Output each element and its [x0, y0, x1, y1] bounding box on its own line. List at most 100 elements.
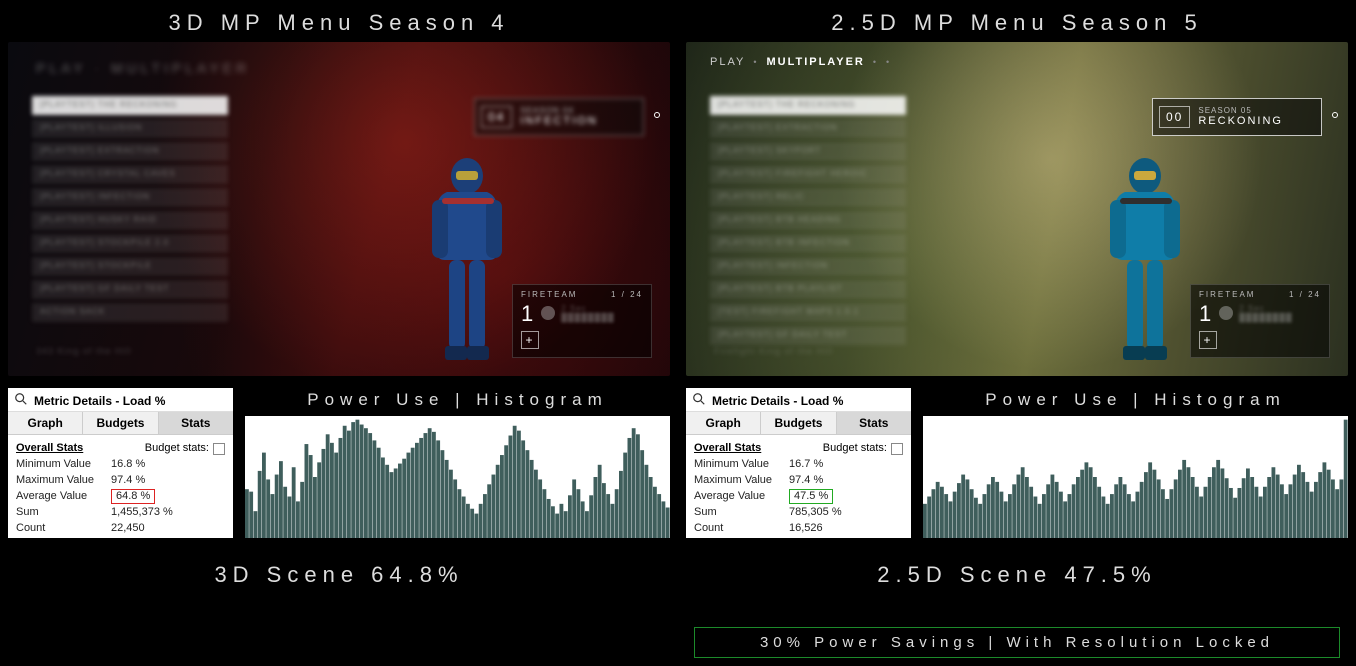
- stat-min-k: Minimum Value: [16, 457, 111, 473]
- playlist-item[interactable]: [PLAYTEST] RELIC: [710, 188, 906, 207]
- playlist-item[interactable]: [PLAYTEST] EXTRACTION: [710, 119, 906, 138]
- avatar-icon: [1219, 306, 1233, 320]
- overall-stats-header: Overall Stats: [16, 441, 83, 457]
- playlist-item[interactable]: [PLAYTEST] HUSKY RAID: [32, 211, 228, 230]
- stat-cnt-v: 16,526: [789, 521, 823, 537]
- stat-max-v: 97.4 %: [111, 473, 145, 489]
- stat-min-v: 16.8 %: [111, 457, 145, 473]
- dot-icon: •: [886, 57, 891, 67]
- metric-title: Metric Details - Load %: [712, 394, 843, 408]
- player-name-blurred: 2 Sec ████████: [561, 304, 643, 322]
- tab-graph[interactable]: Graph: [686, 412, 761, 434]
- fireteam-panel-s4: FIRETEAM 1 / 24 1 2 Sec ████████ +: [512, 284, 652, 358]
- budget-stats-label: Budget stats:: [145, 441, 209, 457]
- col-title-left: 3D MP Menu Season 4: [8, 0, 670, 42]
- stat-avg-k: Average Value: [694, 489, 789, 505]
- playlist-item[interactable]: [PLAYTEST] THE RECKONING: [710, 96, 906, 115]
- column-season4: 3D MP Menu Season 4 PLAY · MULTIPLAYER […: [0, 0, 678, 666]
- metric-panel-s5: Metric Details - Load % Graph Budgets St…: [686, 388, 911, 538]
- playlist-item[interactable]: [PLAYTEST] THE RECKONING: [32, 96, 228, 115]
- tab-stats[interactable]: Stats: [837, 412, 911, 434]
- metric-title: Metric Details - Load %: [34, 394, 165, 408]
- stat-max-k: Maximum Value: [694, 473, 789, 489]
- season-badge-s4[interactable]: 04 SEASON 04INFECTION: [474, 98, 644, 136]
- playlist-item[interactable]: [PLAYTEST] STOCKPILE 2.0: [32, 234, 228, 253]
- playlist-item[interactable]: [PLAYTEST] INFECTION: [710, 257, 906, 276]
- add-player-button[interactable]: +: [1199, 331, 1217, 349]
- stat-sum-k: Sum: [694, 505, 789, 521]
- stat-avg-v: 47.5 %: [789, 489, 833, 504]
- season-badge-s5[interactable]: 00 SEASON 05 RECKONING: [1152, 98, 1322, 136]
- scene-summary-right: 2.5D Scene 47.5%: [686, 562, 1348, 588]
- playlist-item[interactable]: [PLAYTEST] BTB PLAYLIST: [710, 280, 906, 299]
- tab-stats[interactable]: Stats: [159, 412, 233, 434]
- add-player-button[interactable]: +: [521, 331, 539, 349]
- playlist-item[interactable]: [PLAYTEST] EXTRACTION: [32, 142, 228, 161]
- stats-row-right: Metric Details - Load % Graph Budgets St…: [686, 388, 1348, 538]
- stats-row-left: Metric Details - Load % Graph Budgets St…: [8, 388, 670, 538]
- breadcrumb-root: PLAY: [710, 56, 745, 68]
- playlist-item[interactable]: [PLAYTEST] GF DAILY TEST: [710, 326, 906, 345]
- tab-budgets[interactable]: Budgets: [83, 412, 158, 434]
- tab-budgets[interactable]: Budgets: [761, 412, 836, 434]
- search-icon[interactable]: [692, 392, 706, 409]
- histogram-chart-s5: [923, 416, 1348, 538]
- fireteam-label: FIRETEAM: [521, 290, 577, 299]
- fireteam-label: FIRETEAM: [1199, 290, 1255, 299]
- playlist-item[interactable]: [TEST] FIREFIGHT MAPS 1.0.1: [710, 303, 906, 322]
- stat-cnt-k: Count: [16, 521, 111, 537]
- histogram-title-left: Power Use | Histogram: [245, 388, 670, 416]
- playlist-panel-s5: [PLAYTEST] THE RECKONING [PLAYTEST] EXTRA…: [710, 96, 906, 345]
- menu-screenshot-s5: PLAY • MULTIPLAYER • • [PLAYTEST] THE RE…: [686, 42, 1348, 376]
- stat-min-v: 16.7 %: [789, 457, 823, 473]
- season-name: RECKONING: [1198, 115, 1283, 128]
- spartan-model-s4: [412, 148, 522, 376]
- stat-sum-v: 1,455,373 %: [111, 505, 173, 521]
- breadcrumb-current: MULTIPLAYER: [766, 56, 864, 68]
- metric-panel-s4: Metric Details - Load % Graph Budgets St…: [8, 388, 233, 538]
- histogram-title-right: Power Use | Histogram: [923, 388, 1348, 416]
- playlist-item[interactable]: [PLAYTEST] ILLUSION: [32, 119, 228, 138]
- budget-checkbox[interactable]: [891, 443, 903, 455]
- fireteam-cap: 1 / 24: [611, 290, 643, 299]
- status-dot-icon: [1332, 112, 1338, 118]
- power-savings-callout: 30% Power Savings | With Resolution Lock…: [694, 627, 1340, 658]
- stat-cnt-v: 22,450: [111, 521, 145, 537]
- player-name-blurred: 2 Sec ████████: [1239, 304, 1321, 322]
- season-text: SEASON 05 RECKONING: [1198, 106, 1283, 129]
- playlist-item[interactable]: ACTION SACK: [32, 303, 228, 322]
- playlist-panel-s4: [PLAYTEST] THE RECKONING [PLAYTEST] ILLUS…: [32, 96, 228, 322]
- playlist-item[interactable]: [PLAYTEST] INFECTION: [32, 188, 228, 207]
- playlist-item[interactable]: [PLAYTEST] SKYPORT: [710, 142, 906, 161]
- avatar-icon: [541, 306, 555, 320]
- column-season5: 2.5D MP Menu Season 5 PLAY • MULTIPLAYER…: [678, 0, 1356, 666]
- breadcrumb[interactable]: PLAY • MULTIPLAYER • •: [710, 56, 891, 68]
- stat-sum-v: 785,305 %: [789, 505, 842, 521]
- tab-graph[interactable]: Graph: [8, 412, 83, 434]
- playlist-item[interactable]: [PLAYTEST] CRYSTAL CAVES: [32, 165, 228, 184]
- status-dot-icon: [654, 112, 660, 118]
- playlist-item[interactable]: [PLAYTEST] BTB INFECTION: [710, 234, 906, 253]
- playlist-item[interactable]: [PLAYTEST] BTB HEADING: [710, 211, 906, 230]
- histogram-chart-s4: [245, 416, 670, 538]
- playlist-item[interactable]: [PLAYTEST] GF DAILY TEST: [32, 280, 228, 299]
- search-icon[interactable]: [14, 392, 28, 409]
- stat-max-v: 97.4 %: [789, 473, 823, 489]
- spartan-model-s5: [1090, 148, 1200, 376]
- fireteam-panel-s5: FIRETEAM 1 / 24 1 2 Sec ████████ +: [1190, 284, 1330, 358]
- playlist-item[interactable]: [PLAYTEST] FIREFIGHT HEROIC: [710, 165, 906, 184]
- season-top: SEASON 05: [1198, 106, 1283, 116]
- playlist-item[interactable]: [PLAYTEST] STOCKPILE: [32, 257, 228, 276]
- dot-icon: •: [873, 57, 878, 67]
- stat-max-k: Maximum Value: [16, 473, 111, 489]
- overall-stats-header: Overall Stats: [694, 441, 761, 457]
- dot-icon: •: [753, 57, 758, 67]
- breadcrumb-blurred: PLAY · MULTIPLAYER: [36, 60, 250, 76]
- season-number-box: 00: [1159, 106, 1190, 128]
- season-text: SEASON 04INFECTION: [520, 106, 597, 129]
- stat-avg-v: 64.8 %: [111, 489, 155, 504]
- stat-avg-k: Average Value: [16, 489, 111, 505]
- budget-stats-label: Budget stats:: [823, 441, 887, 457]
- mode-footer-s5: Firefight King of the Hill: [714, 346, 833, 356]
- budget-checkbox[interactable]: [213, 443, 225, 455]
